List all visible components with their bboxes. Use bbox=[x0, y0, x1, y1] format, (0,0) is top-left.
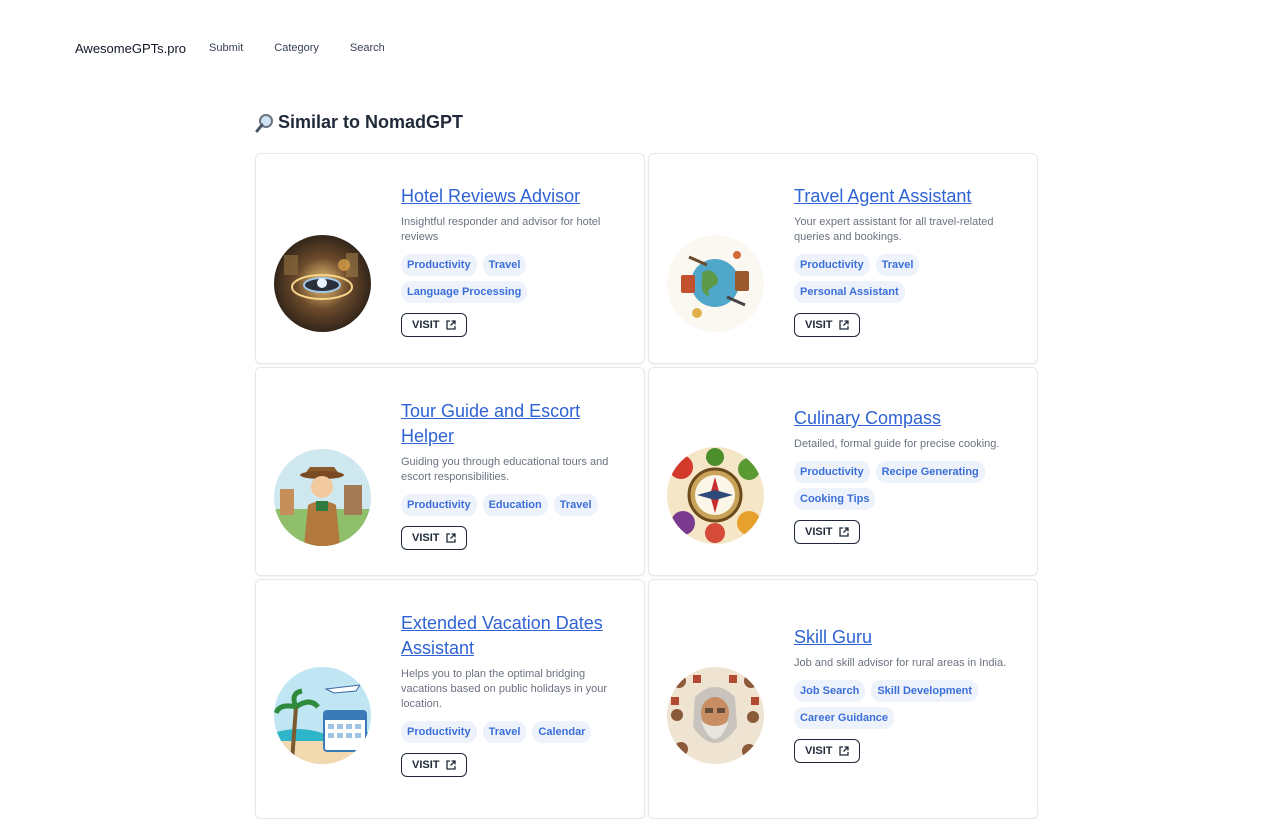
visit-label: VISIT bbox=[412, 532, 440, 544]
gpt-title-link[interactable]: Culinary Compass bbox=[794, 406, 1021, 431]
site-logo[interactable]: AwesomeGPTs.pro bbox=[75, 41, 186, 56]
visit-button[interactable]: VISIT bbox=[794, 520, 860, 544]
gpt-title-link[interactable]: Hotel Reviews Advisor bbox=[401, 184, 628, 209]
page-title-row: Similar to NomadGPT bbox=[255, 112, 463, 133]
tag-list: Productivity Travel Language Processing bbox=[401, 254, 628, 303]
gpt-card: Culinary Compass Detailed, formal guide … bbox=[648, 367, 1038, 576]
tag[interactable]: Recipe Generating bbox=[875, 461, 985, 483]
gpt-title-link[interactable]: Travel Agent Assistant bbox=[794, 184, 1021, 209]
visit-label: VISIT bbox=[805, 745, 833, 757]
visit-label: VISIT bbox=[805, 526, 833, 538]
tag[interactable]: Personal Assistant bbox=[794, 281, 905, 303]
external-link-icon bbox=[838, 320, 849, 330]
magnifier-icon bbox=[255, 113, 273, 132]
visit-label: VISIT bbox=[805, 319, 833, 331]
gpt-card: Hotel Reviews Advisor Insightful respond… bbox=[255, 153, 645, 364]
gpt-description: Job and skill advisor for rural areas in… bbox=[794, 657, 1007, 669]
tag[interactable]: Language Processing bbox=[401, 281, 528, 303]
tag[interactable]: Productivity bbox=[794, 254, 870, 276]
gpt-title-link[interactable]: Tour Guide and Escort Helper bbox=[401, 399, 628, 449]
visit-button[interactable]: VISIT bbox=[401, 753, 467, 777]
top-nav: AwesomeGPTs.pro Submit Category Search bbox=[75, 38, 416, 58]
tag[interactable]: Job Search bbox=[794, 680, 866, 702]
gpt-thumbnail[interactable] bbox=[274, 235, 371, 332]
tag[interactable]: Productivity bbox=[401, 254, 477, 276]
nav-submit-link[interactable]: Submit bbox=[209, 42, 243, 54]
page-title: Similar to NomadGPT bbox=[278, 112, 464, 132]
tag-list: Job Search Skill Development Career Guid… bbox=[794, 680, 1021, 729]
external-link-icon bbox=[445, 320, 456, 330]
gpt-description: Detailed, formal guide for precise cooki… bbox=[794, 438, 1000, 450]
tag[interactable]: Productivity bbox=[401, 494, 477, 516]
tag[interactable]: Travel bbox=[875, 254, 920, 276]
tag[interactable]: Career Guidance bbox=[794, 707, 895, 729]
tag[interactable]: Cooking Tips bbox=[794, 488, 876, 510]
tag[interactable]: Travel bbox=[482, 254, 527, 276]
gpt-title-link[interactable]: Extended Vacation Dates Assistant bbox=[401, 611, 628, 661]
tag-list: Productivity Travel Calendar bbox=[401, 721, 628, 743]
gpt-description: Guiding you through educational tours an… bbox=[401, 456, 609, 483]
tag[interactable]: Productivity bbox=[401, 721, 477, 743]
tag[interactable]: Travel bbox=[553, 494, 598, 516]
visit-button[interactable]: VISIT bbox=[401, 313, 467, 337]
gpt-card: Travel Agent Assistant Your expert assis… bbox=[648, 153, 1038, 364]
gpt-thumbnail[interactable] bbox=[667, 447, 764, 544]
tag-list: Productivity Recipe Generating Cooking T… bbox=[794, 461, 1021, 510]
nav-category-link[interactable]: Category bbox=[274, 42, 319, 54]
gpt-thumbnail[interactable] bbox=[274, 667, 371, 764]
gpt-card: Skill Guru Job and skill advisor for rur… bbox=[648, 579, 1038, 819]
nav-search-link[interactable]: Search bbox=[350, 42, 385, 54]
external-link-icon bbox=[838, 746, 849, 756]
tag[interactable]: Travel bbox=[482, 721, 527, 743]
gpt-description: Your expert assistant for all travel-rel… bbox=[794, 216, 994, 243]
gpt-thumbnail[interactable] bbox=[667, 667, 764, 764]
tag[interactable]: Education bbox=[482, 494, 548, 516]
gpt-thumbnail[interactable] bbox=[667, 235, 764, 332]
tag[interactable]: Calendar bbox=[532, 721, 592, 743]
gpt-card: Extended Vacation Dates Assistant Helps … bbox=[255, 579, 645, 819]
gpt-thumbnail[interactable] bbox=[274, 449, 371, 546]
tag-list: Productivity Travel Personal Assistant bbox=[794, 254, 1021, 303]
visit-label: VISIT bbox=[412, 319, 440, 331]
external-link-icon bbox=[445, 533, 456, 543]
gpt-description: Insightful responder and advisor for hot… bbox=[401, 216, 601, 243]
gpt-card: Tour Guide and Escort Helper Guiding you… bbox=[255, 367, 645, 576]
gpt-title-link[interactable]: Skill Guru bbox=[794, 625, 1021, 650]
tag[interactable]: Productivity bbox=[794, 461, 870, 483]
external-link-icon bbox=[445, 760, 456, 770]
external-link-icon bbox=[838, 527, 849, 537]
gpt-description: Helps you to plan the optimal bridging v… bbox=[401, 668, 608, 710]
visit-label: VISIT bbox=[412, 759, 440, 771]
visit-button[interactable]: VISIT bbox=[794, 313, 860, 337]
tag-list: Productivity Education Travel bbox=[401, 494, 628, 516]
tag[interactable]: Skill Development bbox=[871, 680, 979, 702]
visit-button[interactable]: VISIT bbox=[401, 526, 467, 550]
visit-button[interactable]: VISIT bbox=[794, 739, 860, 763]
